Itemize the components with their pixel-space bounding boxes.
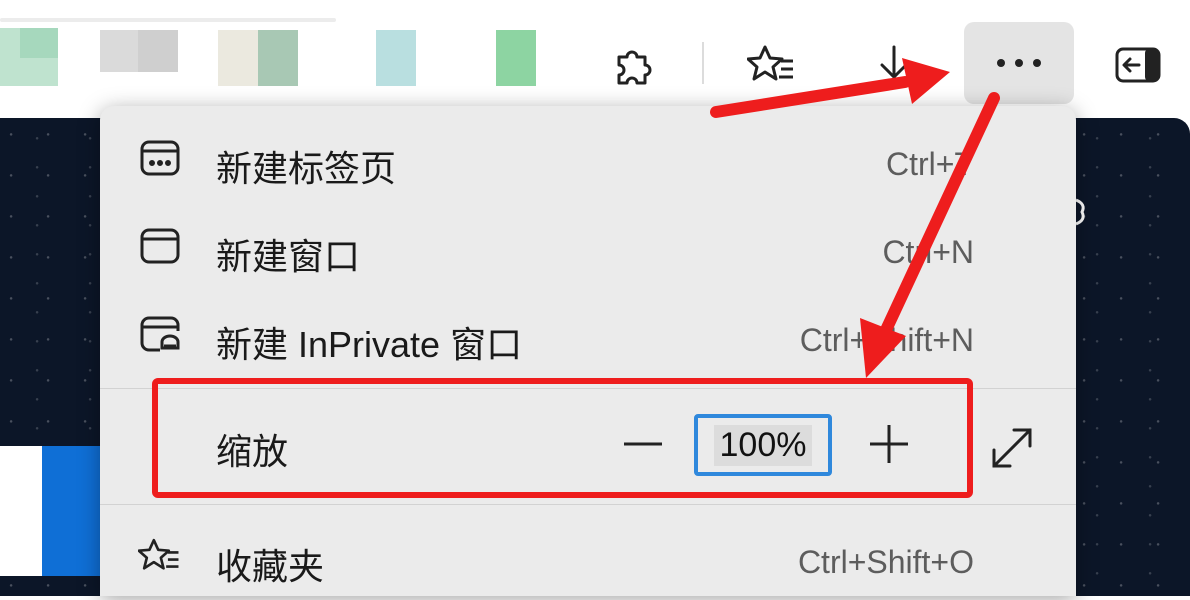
menu-item-new-tab[interactable]: 新建标签页 Ctrl+T [100,114,1076,202]
browser-toolbar [0,0,1190,120]
settings-gear-icon-partial [1075,198,1085,226]
menu-item-shortcut: Ctrl+Shift+O [797,544,974,580]
toolbar-separator [702,42,704,84]
downloads-icon [878,45,910,85]
extensions-button[interactable] [606,38,660,92]
inprivate-window-icon [140,316,180,352]
tab-strip-edge [0,18,336,22]
menu-divider [100,504,1076,505]
fullscreen-icon[interactable] [988,424,1036,472]
favorites-icon [138,538,179,570]
page-blue-tile [42,446,100,576]
zoom-highlight-annotation [152,378,973,498]
menu-item-new-inprivate-window[interactable]: 新建 InPrivate 窗口 Ctrl+Shift+N [100,290,1076,378]
menu-item-label: 新建 InPrivate 窗口 [216,324,523,365]
sidebar-toggle-button[interactable] [1110,38,1166,92]
menu-item-favorites[interactable]: 收藏夹 Ctrl+Shift+O [100,512,1076,600]
menu-item-shortcut: Ctrl+T [886,146,974,182]
menu-item-label: 新建标签页 [216,148,397,189]
more-options-icon [992,59,1046,67]
menu-item-new-window[interactable]: 新建窗口 Ctrl+N [100,202,1076,290]
menu-item-shortcut: Ctrl+N [882,234,974,270]
new-window-icon [140,228,180,264]
menu-item-label: 收藏夹 [216,546,325,587]
downloads-button[interactable] [866,38,922,92]
new-tab-icon [140,140,180,176]
settings-and-more-button[interactable] [964,22,1074,104]
page-white-tile [0,446,42,576]
favorites-button[interactable] [744,38,800,92]
sidebar-toggle-icon [1115,47,1161,83]
favorites-star-icon [747,45,793,81]
settings-and-more-menu: 新建标签页 Ctrl+T 新建窗口 Ctrl+N 新建 InPrivate 窗口… [100,106,1076,596]
menu-item-label: 新建窗口 [216,236,361,277]
extensions-icon [617,50,652,85]
menu-item-shortcut: Ctrl+Shift+N [799,322,974,358]
